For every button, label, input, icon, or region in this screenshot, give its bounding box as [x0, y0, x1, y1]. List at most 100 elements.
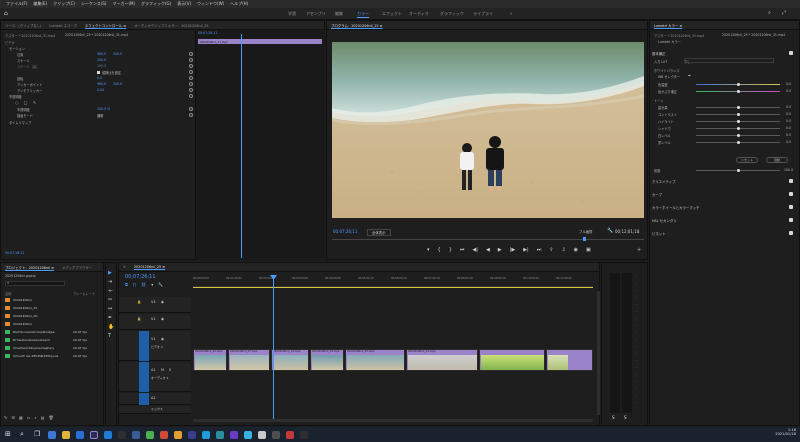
- ec-rotation-value[interactable]: 0.0: [97, 76, 102, 80]
- compare-icon[interactable]: ▣: [586, 247, 591, 253]
- eye-icon[interactable]: ◉: [161, 337, 164, 341]
- color-wheels-checkbox[interactable]: [789, 205, 793, 209]
- project-item[interactable]: 20201206nii: [5, 298, 32, 302]
- program-playhead[interactable]: [583, 237, 586, 241]
- blacks-slider[interactable]: [696, 141, 780, 144]
- chrome-icon[interactable]: [174, 431, 182, 439]
- ec-time-remap[interactable]: タイムリマップ: [9, 120, 31, 125]
- lumetri-sequence-label[interactable]: 20201206nii_25 * 20201206nii_31.mp4: [722, 33, 785, 37]
- highlights-slider[interactable]: [696, 120, 780, 123]
- project-item[interactable]: BachScoreanimoleetkostjee 29.97 fps: [5, 330, 87, 334]
- ec-scale-value[interactable]: 100.0: [97, 58, 106, 62]
- pencil-icon[interactable]: ✎: [4, 415, 7, 420]
- reset-icon[interactable]: [189, 64, 193, 68]
- menu-edit[interactable]: 編集(E): [33, 1, 47, 7]
- blacks-value[interactable]: 0.0: [786, 140, 791, 144]
- app-icon[interactable]: [188, 431, 196, 439]
- section-hsl-secondary[interactable]: HSL セカンダリ: [652, 218, 677, 223]
- section-vignette[interactable]: ビネット: [652, 231, 666, 236]
- menu-clip[interactable]: クリップ(C): [53, 1, 75, 7]
- ec-master-label[interactable]: マスター * 20201206nii_31.mp4: [5, 33, 55, 38]
- task-view-icon[interactable]: ❐: [34, 430, 40, 438]
- tint-value[interactable]: 0.0: [786, 89, 791, 93]
- mark-out-icon[interactable]: }: [449, 247, 452, 253]
- tone-auto-button[interactable]: 自動: [766, 157, 788, 163]
- col-name-header[interactable]: 名前: [5, 291, 11, 296]
- saturation-slider[interactable]: [696, 169, 780, 172]
- ec-playhead[interactable]: [241, 34, 242, 258]
- reset-icon[interactable]: [189, 70, 193, 74]
- menu-graphics[interactable]: グラフィック(G): [141, 1, 171, 7]
- temperature-slider[interactable]: [696, 83, 780, 86]
- mark-in-icon[interactable]: {: [438, 247, 441, 253]
- ec-blend-dropdown[interactable]: 通常: [97, 113, 103, 118]
- reset-icon[interactable]: [189, 82, 193, 86]
- menu-file[interactable]: ファイル(F): [6, 1, 27, 7]
- tab-program[interactable]: プログラム：20201206nii_25 ≡: [331, 23, 382, 28]
- workspace-color[interactable]: カラー: [357, 11, 369, 18]
- app-icon[interactable]: [272, 431, 280, 439]
- program-quality-dropdown[interactable]: フル画質: [579, 229, 593, 234]
- timeline-playhead[interactable]: [273, 275, 274, 421]
- video-clip[interactable]: 20201206nii_31.mp4: [406, 349, 478, 371]
- reset-icon[interactable]: [189, 58, 193, 62]
- eye-icon[interactable]: ◉: [161, 300, 164, 304]
- ec-position-x[interactable]: 960.0: [97, 52, 106, 56]
- ec-uniform-scale[interactable]: 縦横比を固定: [97, 70, 121, 75]
- tab-audio-clip-mixer[interactable]: オーディオクリップミキサー：20201206nii_25: [134, 23, 208, 28]
- solo-button[interactable]: S: [169, 368, 171, 372]
- reset-icon[interactable]: [189, 94, 193, 98]
- toggle-sync-lock-icon[interactable]: 🔒: [137, 300, 141, 304]
- track-label-master[interactable]: ミックス: [151, 407, 163, 411]
- slider-knob[interactable]: [737, 106, 740, 109]
- video-clip[interactable]: 20201206nii_19.mp4: [310, 349, 344, 371]
- loop-button[interactable]: ⏭: [537, 247, 542, 253]
- app-icon[interactable]: [244, 431, 252, 439]
- mute-button[interactable]: M: [161, 368, 164, 372]
- ec-opacity[interactable]: 不透明度: [9, 94, 22, 99]
- play-button[interactable]: ▶: [498, 247, 502, 253]
- track-label-v1[interactable]: V1: [151, 337, 155, 341]
- nest-icon[interactable]: ⧉: [125, 282, 128, 287]
- track-label-a2[interactable]: A2: [151, 396, 155, 400]
- app-icon[interactable]: [230, 431, 238, 439]
- source-patch-v1[interactable]: [139, 331, 149, 361]
- ripple-edit-icon[interactable]: ⟛: [108, 287, 114, 296]
- section-curves[interactable]: カーブ: [652, 192, 662, 197]
- lumetri-master-label[interactable]: マスター * 20201206nii_31.mp4: [654, 33, 704, 38]
- pen-tool-icon[interactable]: ✒: [108, 314, 114, 323]
- project-item[interactable]: 20201206nii_sfx: [5, 314, 38, 318]
- ec-mini-timeline[interactable]: 00;07;26;11 20201206nii_31.mp4: [195, 30, 325, 260]
- source-patch-a1[interactable]: [139, 362, 149, 392]
- video-clip[interactable]: [546, 349, 593, 371]
- windows-start-icon[interactable]: ⊞: [5, 430, 11, 438]
- menu-window[interactable]: ウィンドウ(W): [197, 1, 224, 7]
- v1-track-lane[interactable]: 20201206nii_01.mp4 20201206nii_07.mp4 20…: [193, 349, 593, 373]
- tab-project[interactable]: プロジェクト：20201206nii ≡: [5, 265, 54, 270]
- video-clip[interactable]: [479, 349, 545, 371]
- lumetri-preset-name[interactable]: Lumetri カラー: [658, 39, 681, 44]
- project-item[interactable]: Schooth las 2854SB-Mtlinjouls 29.97 fps: [5, 354, 87, 358]
- tint-slider[interactable]: [696, 90, 780, 93]
- track-label-a1[interactable]: A1: [151, 368, 155, 372]
- ec-anchor-y[interactable]: 540.0: [113, 82, 122, 86]
- extract-icon[interactable]: ⇩: [561, 247, 565, 253]
- input-lut-box[interactable]: [684, 58, 774, 63]
- video-clip[interactable]: 20201206nii_01.mp4: [193, 349, 227, 371]
- timeline-close-icon[interactable]: ✕: [123, 265, 126, 269]
- add-marker-icon[interactable]: ▾: [151, 282, 153, 287]
- highlights-value[interactable]: 0.0: [786, 119, 791, 123]
- eye-icon[interactable]: ◉: [161, 317, 164, 321]
- linked-selection-icon[interactable]: ⛓: [141, 282, 146, 287]
- slider-knob[interactable]: [737, 120, 740, 123]
- menu-help[interactable]: ヘルプ(H): [230, 1, 248, 7]
- fullscreen-icon[interactable]: ⤢: [782, 10, 786, 16]
- store-icon[interactable]: [76, 431, 84, 439]
- tab-lumetri-scopes[interactable]: Lumetri スコープ: [49, 23, 76, 28]
- hand-tool-icon[interactable]: ✋: [108, 323, 114, 332]
- ec-position-y[interactable]: 540.0: [113, 52, 122, 56]
- app-icon[interactable]: [286, 431, 294, 439]
- section-color-wheels[interactable]: カラーホイールとカラーマッチ: [652, 205, 699, 210]
- menu-sequence[interactable]: シーケンス(S): [81, 1, 106, 7]
- new-item-icon[interactable]: ▤: [41, 415, 45, 420]
